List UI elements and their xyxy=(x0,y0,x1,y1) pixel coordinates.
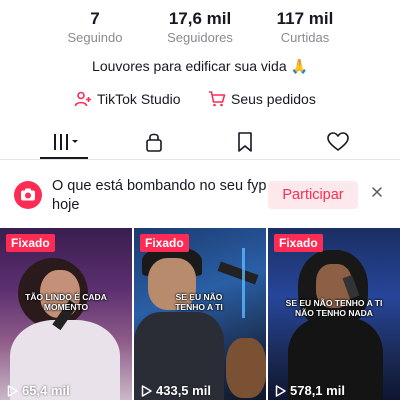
tab-saved[interactable] xyxy=(227,130,263,154)
pinned-badge: Fixado xyxy=(140,234,189,252)
camera-icon xyxy=(14,181,42,209)
likes-label: Curtidas xyxy=(280,30,330,45)
shopping-cart-icon xyxy=(209,91,226,107)
grid-icon xyxy=(54,134,78,150)
lock-icon xyxy=(146,133,162,152)
tab-private[interactable] xyxy=(136,130,172,154)
profile-bio: Louvores para edificar sua vida 🙏 xyxy=(92,58,308,74)
video-thumbnail[interactable]: Fixado TÃO LINDO É CADA MOMENTO 65,4 mil xyxy=(0,228,132,400)
view-count-label: 433,5 mil xyxy=(156,383,211,398)
profile-tabs xyxy=(0,124,400,160)
profile-links: TikTok Studio Seus pedidos xyxy=(0,90,400,110)
thumbnail-image xyxy=(0,228,132,400)
bookmark-icon xyxy=(238,132,252,152)
pinned-badge: Fixado xyxy=(274,234,323,252)
following-label: Seguindo xyxy=(67,30,123,45)
play-icon xyxy=(275,384,286,397)
view-count: 578,1 mil xyxy=(275,383,345,398)
tiktok-studio-label: TikTok Studio xyxy=(97,91,181,107)
following-count: 7 xyxy=(90,9,100,28)
thumbnail-image xyxy=(134,228,266,400)
following-stat[interactable]: 7 Seguindo xyxy=(60,8,130,46)
view-count-label: 578,1 mil xyxy=(290,383,345,398)
play-icon xyxy=(141,384,152,397)
pinned-badge: Fixado xyxy=(6,234,55,252)
likes-stat[interactable]: 117 mil Curtidas xyxy=(265,8,345,46)
tiktok-studio-link[interactable]: TikTok Studio xyxy=(74,90,181,108)
orders-link[interactable]: Seus pedidos xyxy=(208,90,316,108)
close-icon[interactable] xyxy=(368,183,386,201)
likes-count: 117 mil xyxy=(276,9,334,28)
video-thumbnail[interactable]: Fixado SE EU NÃO TENHO A TI NÃO TENHO NA… xyxy=(268,228,400,400)
followers-count: 17,6 mil xyxy=(168,9,232,28)
tab-videos[interactable] xyxy=(48,130,84,154)
video-caption: SE EU NÃO TENHO A TI xyxy=(175,292,223,312)
video-thumbnail[interactable]: Fixado SE EU NÃO TENHO A TI 433,5 mil xyxy=(134,228,266,400)
followers-stat[interactable]: 17,6 mil Seguidores xyxy=(160,8,240,46)
trending-banner: O que está bombando no seu fyp hoje Part… xyxy=(0,168,400,220)
heart-icon xyxy=(327,132,349,151)
profile-stats: 7 Seguindo 17,6 mil Seguidores 117 mil C… xyxy=(0,8,400,50)
followers-label: Seguidores xyxy=(167,30,233,45)
view-count: 65,4 mil xyxy=(7,383,70,398)
tab-liked[interactable] xyxy=(320,130,356,154)
orders-label: Seus pedidos xyxy=(231,91,316,107)
video-caption: SE EU NÃO TENHO A TI NÃO TENHO NADA xyxy=(285,298,383,318)
video-grid: Fixado TÃO LINDO É CADA MOMENTO 65,4 mil… xyxy=(0,228,400,400)
video-caption: TÃO LINDO É CADA MOMENTO xyxy=(25,292,107,312)
play-icon xyxy=(7,384,18,397)
person-plus-icon xyxy=(74,91,91,107)
active-tab-indicator xyxy=(40,157,88,159)
banner-text: O que está bombando no seu fyp hoje xyxy=(52,178,267,213)
view-count: 433,5 mil xyxy=(141,383,211,398)
participate-button[interactable]: Participar xyxy=(268,181,358,209)
view-count-label: 65,4 mil xyxy=(22,383,70,398)
